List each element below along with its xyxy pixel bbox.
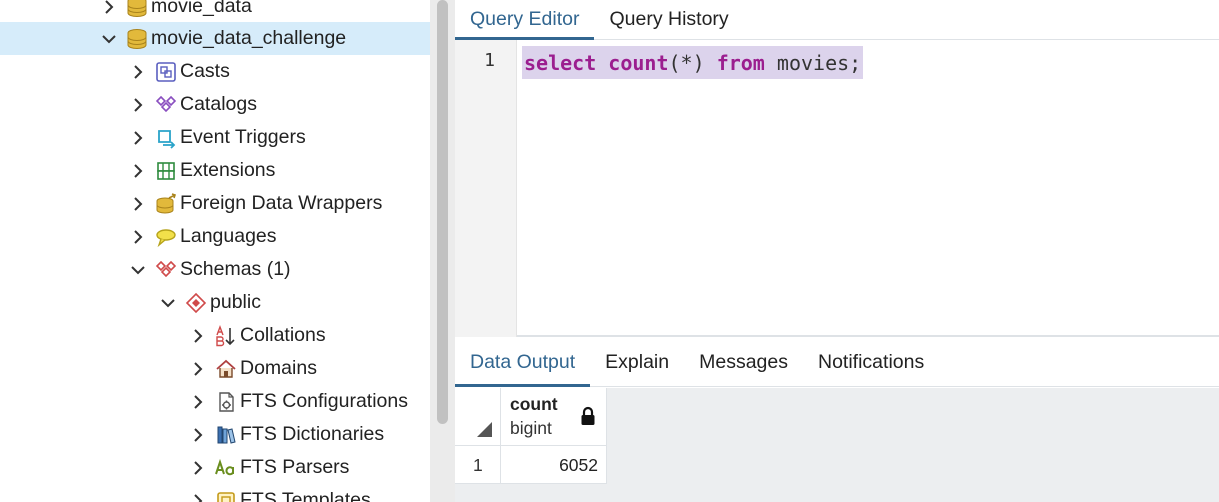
chevron-right-icon[interactable]: [130, 95, 146, 115]
tree-node-event-triggers[interactable]: Event Triggers: [0, 121, 430, 154]
fts-configuration-icon: [214, 390, 238, 414]
tree-node-casts[interactable]: Casts: [0, 55, 430, 88]
tree-node-label: FTS Dictionaries: [240, 423, 385, 445]
tree-node-label: FTS Configurations: [240, 390, 408, 412]
tree-node-foreign-data-wrappers[interactable]: Foreign Data Wrappers: [0, 187, 430, 220]
tab-notifications[interactable]: Notifications: [803, 339, 939, 386]
sql-text: (*): [668, 50, 705, 75]
chevron-right-icon[interactable]: [130, 62, 146, 82]
domains-icon: [214, 357, 238, 381]
collations-icon: [214, 324, 238, 348]
tree-node-fts-configurations[interactable]: FTS Configurations: [0, 385, 430, 418]
chevron-right-icon[interactable]: [101, 0, 117, 17]
select-all-corner[interactable]: [455, 388, 501, 446]
result-tab-bar: Data Output Explain Messages Notificatio…: [455, 339, 1219, 387]
table-cell[interactable]: 6052: [501, 446, 607, 484]
tree-node-label: Collations: [240, 324, 326, 346]
tree-node-label: Domains: [240, 357, 317, 379]
tree-node-fts-templates[interactable]: FTS Templates: [0, 484, 430, 502]
schemas-icon: [154, 258, 178, 282]
chevron-right-icon[interactable]: [190, 491, 206, 502]
tree-node-fts-dictionaries[interactable]: FTS Dictionaries: [0, 418, 430, 451]
catalogs-icon: [154, 93, 178, 117]
line-number-gutter: 1: [455, 40, 517, 337]
chevron-right-icon[interactable]: [130, 161, 146, 181]
sql-editor[interactable]: 1 select count (*) from movies;: [455, 40, 1219, 337]
event-trigger-icon: [154, 126, 178, 150]
chevron-right-icon[interactable]: [130, 128, 146, 148]
column-header-count[interactable]: count bigint: [501, 388, 607, 446]
schema-icon: [184, 291, 208, 315]
tab-query-editor[interactable]: Query Editor: [455, 0, 595, 40]
sql-function: count: [608, 50, 669, 75]
chevron-right-icon[interactable]: [190, 425, 206, 445]
fts-dictionary-icon: [214, 423, 238, 447]
object-browser-tree: movie_data movie_data_challenge Casts Ca…: [0, 0, 430, 502]
tree-node-languages[interactable]: Languages: [0, 220, 430, 253]
tree-node-label: Catalogs: [180, 93, 257, 115]
chevron-right-icon[interactable]: [130, 194, 146, 214]
tree-node-movie-data[interactable]: movie_data: [0, 0, 430, 23]
chevron-down-icon[interactable]: [101, 29, 117, 49]
code-line[interactable]: select count (*) from movies;: [522, 46, 864, 79]
tree-node-label: Event Triggers: [180, 126, 306, 148]
editor-tab-bar: Query Editor Query History: [455, 0, 1219, 40]
lock-icon: [581, 406, 595, 425]
tree-node-label: Extensions: [180, 159, 276, 181]
tree-node-fts-parsers[interactable]: FTS Parsers: [0, 451, 430, 484]
tree-node-collations[interactable]: Collations: [0, 319, 430, 352]
tab-explain[interactable]: Explain: [590, 339, 684, 386]
sql-text: movies;: [776, 50, 862, 75]
tree-node-public[interactable]: public: [0, 286, 430, 319]
foreign-data-wrapper-icon: [154, 192, 178, 216]
line-number: 1: [484, 50, 495, 71]
tree-scrollbar-thumb[interactable]: [437, 0, 448, 424]
tree-node-label: FTS Parsers: [240, 456, 350, 478]
row-number: 1: [455, 446, 501, 484]
tree-node-label: movie_data_challenge: [151, 27, 347, 49]
table-row[interactable]: 1 6052: [455, 446, 607, 484]
select-all-triangle-icon: [477, 422, 492, 437]
tab-messages[interactable]: Messages: [684, 339, 803, 386]
tree-node-label: Casts: [180, 60, 230, 82]
languages-icon: [154, 225, 178, 249]
database-icon: [125, 27, 149, 51]
sql-keyword: from: [716, 50, 765, 75]
tree-node-label: public: [210, 291, 261, 313]
tree-node-extensions[interactable]: Extensions: [0, 154, 430, 187]
chevron-right-icon[interactable]: [190, 392, 206, 412]
tree-node-label: FTS Templates: [240, 489, 371, 502]
tab-data-output[interactable]: Data Output: [455, 339, 591, 387]
query-tool-panel: Query Editor Query History 1 select coun…: [455, 0, 1219, 502]
sql-keyword: select: [524, 50, 597, 75]
data-output-grid: count bigint 1 6052: [455, 388, 1219, 502]
chevron-down-icon[interactable]: [130, 260, 146, 280]
fts-parser-icon: [214, 456, 238, 480]
tree-node-schemas[interactable]: Schemas (1): [0, 253, 430, 286]
casts-icon: [154, 60, 178, 84]
tree-node-domains[interactable]: Domains: [0, 352, 430, 385]
chevron-right-icon[interactable]: [130, 227, 146, 247]
chevron-right-icon[interactable]: [190, 359, 206, 379]
chevron-right-icon[interactable]: [190, 326, 206, 346]
tree-node-label: movie_data: [151, 0, 252, 17]
tree-node-label: Foreign Data Wrappers: [180, 192, 383, 214]
chevron-right-icon[interactable]: [190, 458, 206, 478]
fts-template-icon: [214, 489, 238, 502]
database-icon: [125, 0, 149, 19]
tree-node-label: Languages: [180, 225, 277, 247]
tab-query-history[interactable]: Query History: [594, 0, 743, 39]
tree-node-catalogs[interactable]: Catalogs: [0, 88, 430, 121]
tree-node-label: Schemas (1): [180, 258, 291, 280]
chevron-down-icon[interactable]: [160, 293, 176, 313]
tree-node-movie-data-challenge[interactable]: movie_data_challenge: [0, 22, 430, 55]
extensions-icon: [154, 159, 178, 183]
